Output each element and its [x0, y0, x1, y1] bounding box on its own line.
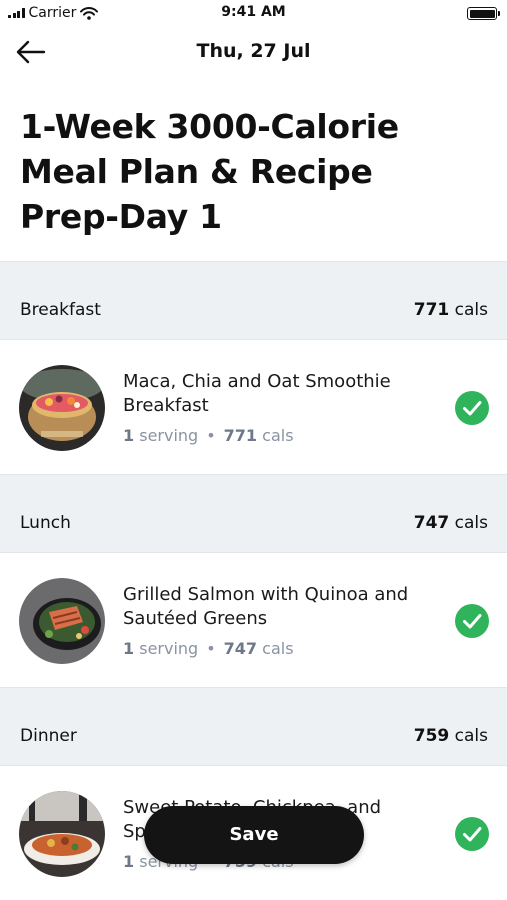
meal-meta: 1 serving • 771 cals [123, 426, 294, 445]
completed-check-button[interactable] [455, 391, 489, 425]
completed-check-button[interactable] [455, 817, 489, 851]
checkmark-icon [463, 827, 482, 842]
meal-calories-unit: cals [262, 639, 294, 658]
meal-row-lunch[interactable]: Grilled Salmon with Quinoa and Sautéed G… [0, 553, 507, 687]
meal-servings: 1 [123, 639, 135, 658]
section-name: Dinner [20, 726, 77, 746]
section-name: Breakfast [20, 300, 101, 320]
top-nav: Thu, 27 Jul [0, 30, 507, 74]
checkmark-icon [463, 614, 482, 629]
battery-icon [467, 7, 500, 20]
meal-servings: 1 [123, 426, 135, 445]
checkmark-icon [463, 401, 482, 416]
meal-image-grilled-salmon [19, 578, 105, 664]
section-calories: 759 cals [414, 726, 488, 746]
section-calories-unit: cals [454, 300, 488, 320]
section-calories-unit: cals [454, 513, 488, 533]
section-header-breakfast: Breakfast 771 cals [0, 261, 507, 340]
meal-name: Grilled Salmon with Quinoa and Sautéed G… [123, 584, 409, 629]
section-header-dinner: Dinner 759 cals [0, 687, 507, 766]
meal-serving-unit: serving [139, 639, 199, 658]
meal-servings: 1 [123, 852, 135, 871]
section-calories: 747 cals [414, 513, 488, 533]
meal-meta: 1 serving • 747 cals [123, 639, 294, 658]
section-calories-unit: cals [454, 726, 488, 746]
meal-image-smoothie-bowl [19, 365, 105, 451]
status-time: 9:41 AM [221, 4, 286, 20]
meal-image-curry [19, 791, 105, 877]
date-title: Thu, 27 Jul [196, 40, 311, 62]
meal-row-breakfast[interactable]: Maca, Chia and Oat Smoothie Breakfast 1 … [0, 340, 507, 474]
meal-name: Maca, Chia and Oat Smoothie Breakfast [123, 371, 391, 416]
section-header-lunch: Lunch 747 cals [0, 474, 507, 553]
section-calories-value: 759 [413, 726, 450, 746]
meal-serving-unit: serving [139, 426, 199, 445]
meal-calories-value: 771 [223, 426, 258, 445]
section-calories: 771 cals [414, 300, 488, 320]
meal-calories-unit: cals [262, 426, 294, 445]
section-name: Lunch [20, 513, 71, 533]
completed-check-button[interactable] [455, 604, 489, 638]
page-title: 1-Week 3000-Calorie Meal Plan & Recipe P… [20, 107, 399, 236]
status-bar: Carrier 9:41 AM [0, 0, 507, 26]
meal-calories-value: 747 [223, 639, 258, 658]
section-calories-value: 771 [413, 300, 450, 320]
save-button[interactable]: Save [144, 806, 364, 864]
section-calories-value: 747 [413, 513, 450, 533]
